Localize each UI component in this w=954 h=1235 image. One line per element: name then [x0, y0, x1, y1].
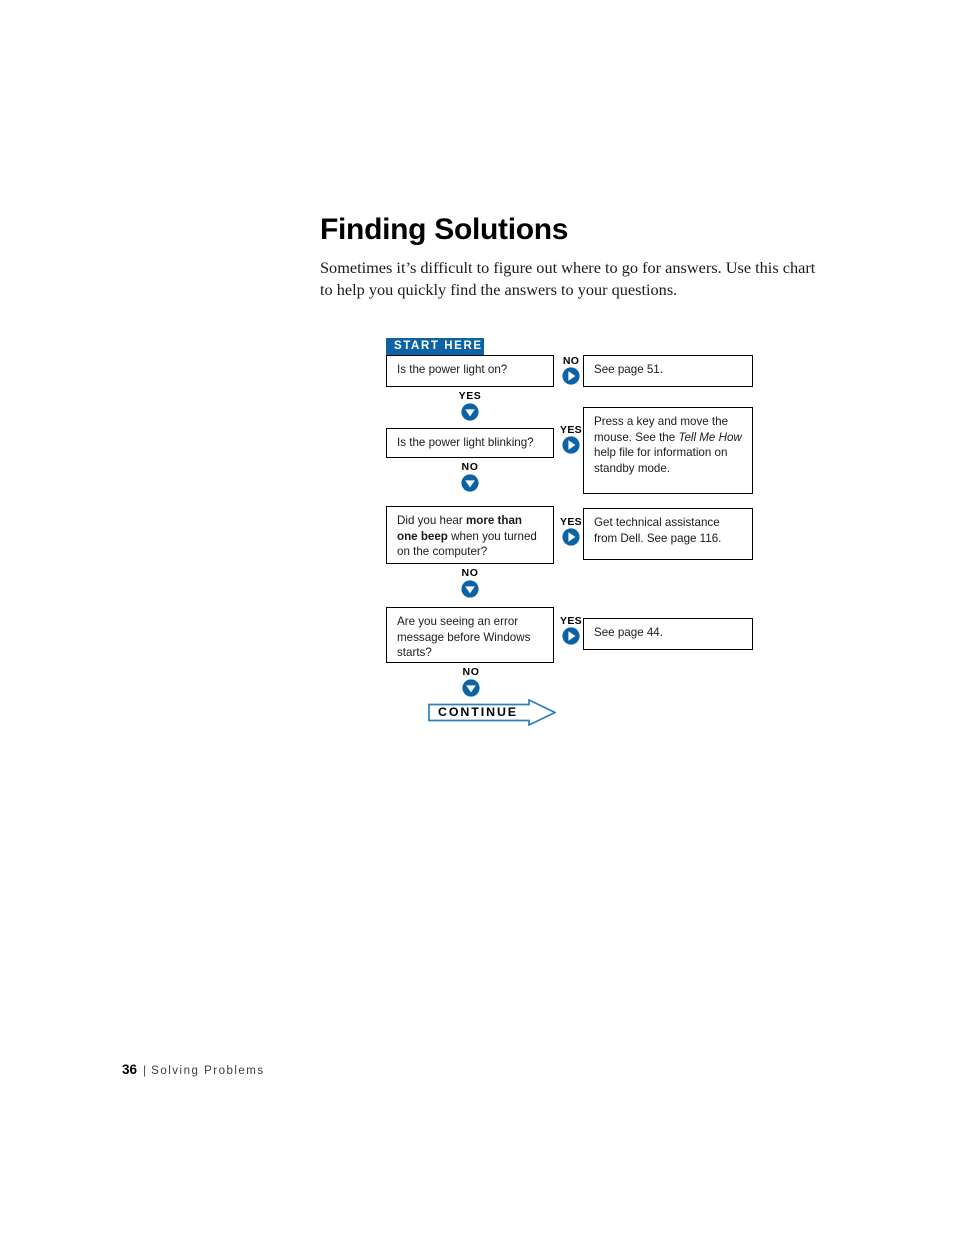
arrow-right-icon	[556, 367, 586, 390]
page-footer: 36 | Solving Problems	[122, 1061, 265, 1079]
branch-label: YES	[458, 390, 482, 402]
branch-label: NO	[461, 567, 479, 579]
answer-text-suffix: help file for information on standby mod…	[594, 446, 728, 475]
branch-label: YES	[560, 516, 582, 528]
branch-label: NO	[562, 355, 580, 367]
answer-text: Press a key and move the mouse. See the …	[594, 414, 743, 476]
branch-yes-more-than-one-beep: YES	[556, 516, 586, 551]
arrow-down-icon	[447, 403, 493, 426]
arrow-down-icon	[447, 474, 493, 497]
answer-box-standby-mode: Press a key and move the mouse. See the …	[583, 407, 753, 494]
answer-text: See page 51.	[594, 363, 663, 376]
arrow-right-icon	[556, 436, 586, 459]
question-box-error-message: Are you seeing an error message before W…	[386, 607, 554, 663]
branch-no-error-message: NO	[448, 666, 494, 702]
question-text: Did you hear more than one beep when you…	[397, 513, 544, 560]
page-number: 36	[122, 1062, 138, 1077]
question-text: Is the power light on?	[397, 363, 508, 376]
question-text: Are you seeing an error message before W…	[397, 615, 531, 660]
question-box-power-light-on: Is the power light on?	[386, 355, 554, 387]
arrow-down-icon	[447, 580, 493, 603]
answer-box-see-page-44: See page 44.	[583, 618, 753, 650]
continue-label: CONTINUE	[438, 705, 518, 719]
arrow-right-icon	[556, 627, 586, 650]
answer-text-italic: Tell Me How	[678, 430, 742, 444]
branch-label: YES	[560, 615, 582, 627]
start-here-banner: START HERE	[386, 338, 484, 355]
finding-solutions-flowchart: START HERE Is the power light on? NO See…	[0, 0, 954, 1235]
answer-box-technical-assistance: Get technical assistance from Dell. See …	[583, 508, 753, 560]
branch-no-power-light-blinking: NO	[447, 461, 493, 497]
arrow-right-icon	[556, 528, 586, 551]
question-box-more-than-one-beep: Did you hear more than one beep when you…	[386, 506, 554, 564]
branch-yes-power-light-on: YES	[447, 390, 493, 426]
answer-box-see-page-51: See page 51.	[583, 355, 753, 387]
branch-label: NO	[462, 666, 480, 678]
footer-section-name: Solving Problems	[151, 1065, 265, 1077]
answer-text: See page 44.	[594, 626, 663, 639]
branch-label: YES	[560, 424, 582, 436]
continue-banner: CONTINUE	[428, 698, 557, 727]
answer-text: Get technical assistance from Dell. See …	[594, 516, 722, 545]
branch-yes-error-message: YES	[556, 615, 586, 650]
branch-no-power-light-on: NO	[556, 355, 586, 390]
branch-yes-power-light-blinking: YES	[556, 424, 586, 459]
branch-label: NO	[461, 461, 479, 473]
question-text-prefix: Did you hear	[397, 514, 466, 527]
question-text: Is the power light blinking?	[397, 436, 534, 449]
branch-no-more-than-one-beep: NO	[447, 567, 493, 603]
question-box-power-light-blinking: Is the power light blinking?	[386, 428, 554, 458]
footer-separator: |	[143, 1063, 147, 1077]
